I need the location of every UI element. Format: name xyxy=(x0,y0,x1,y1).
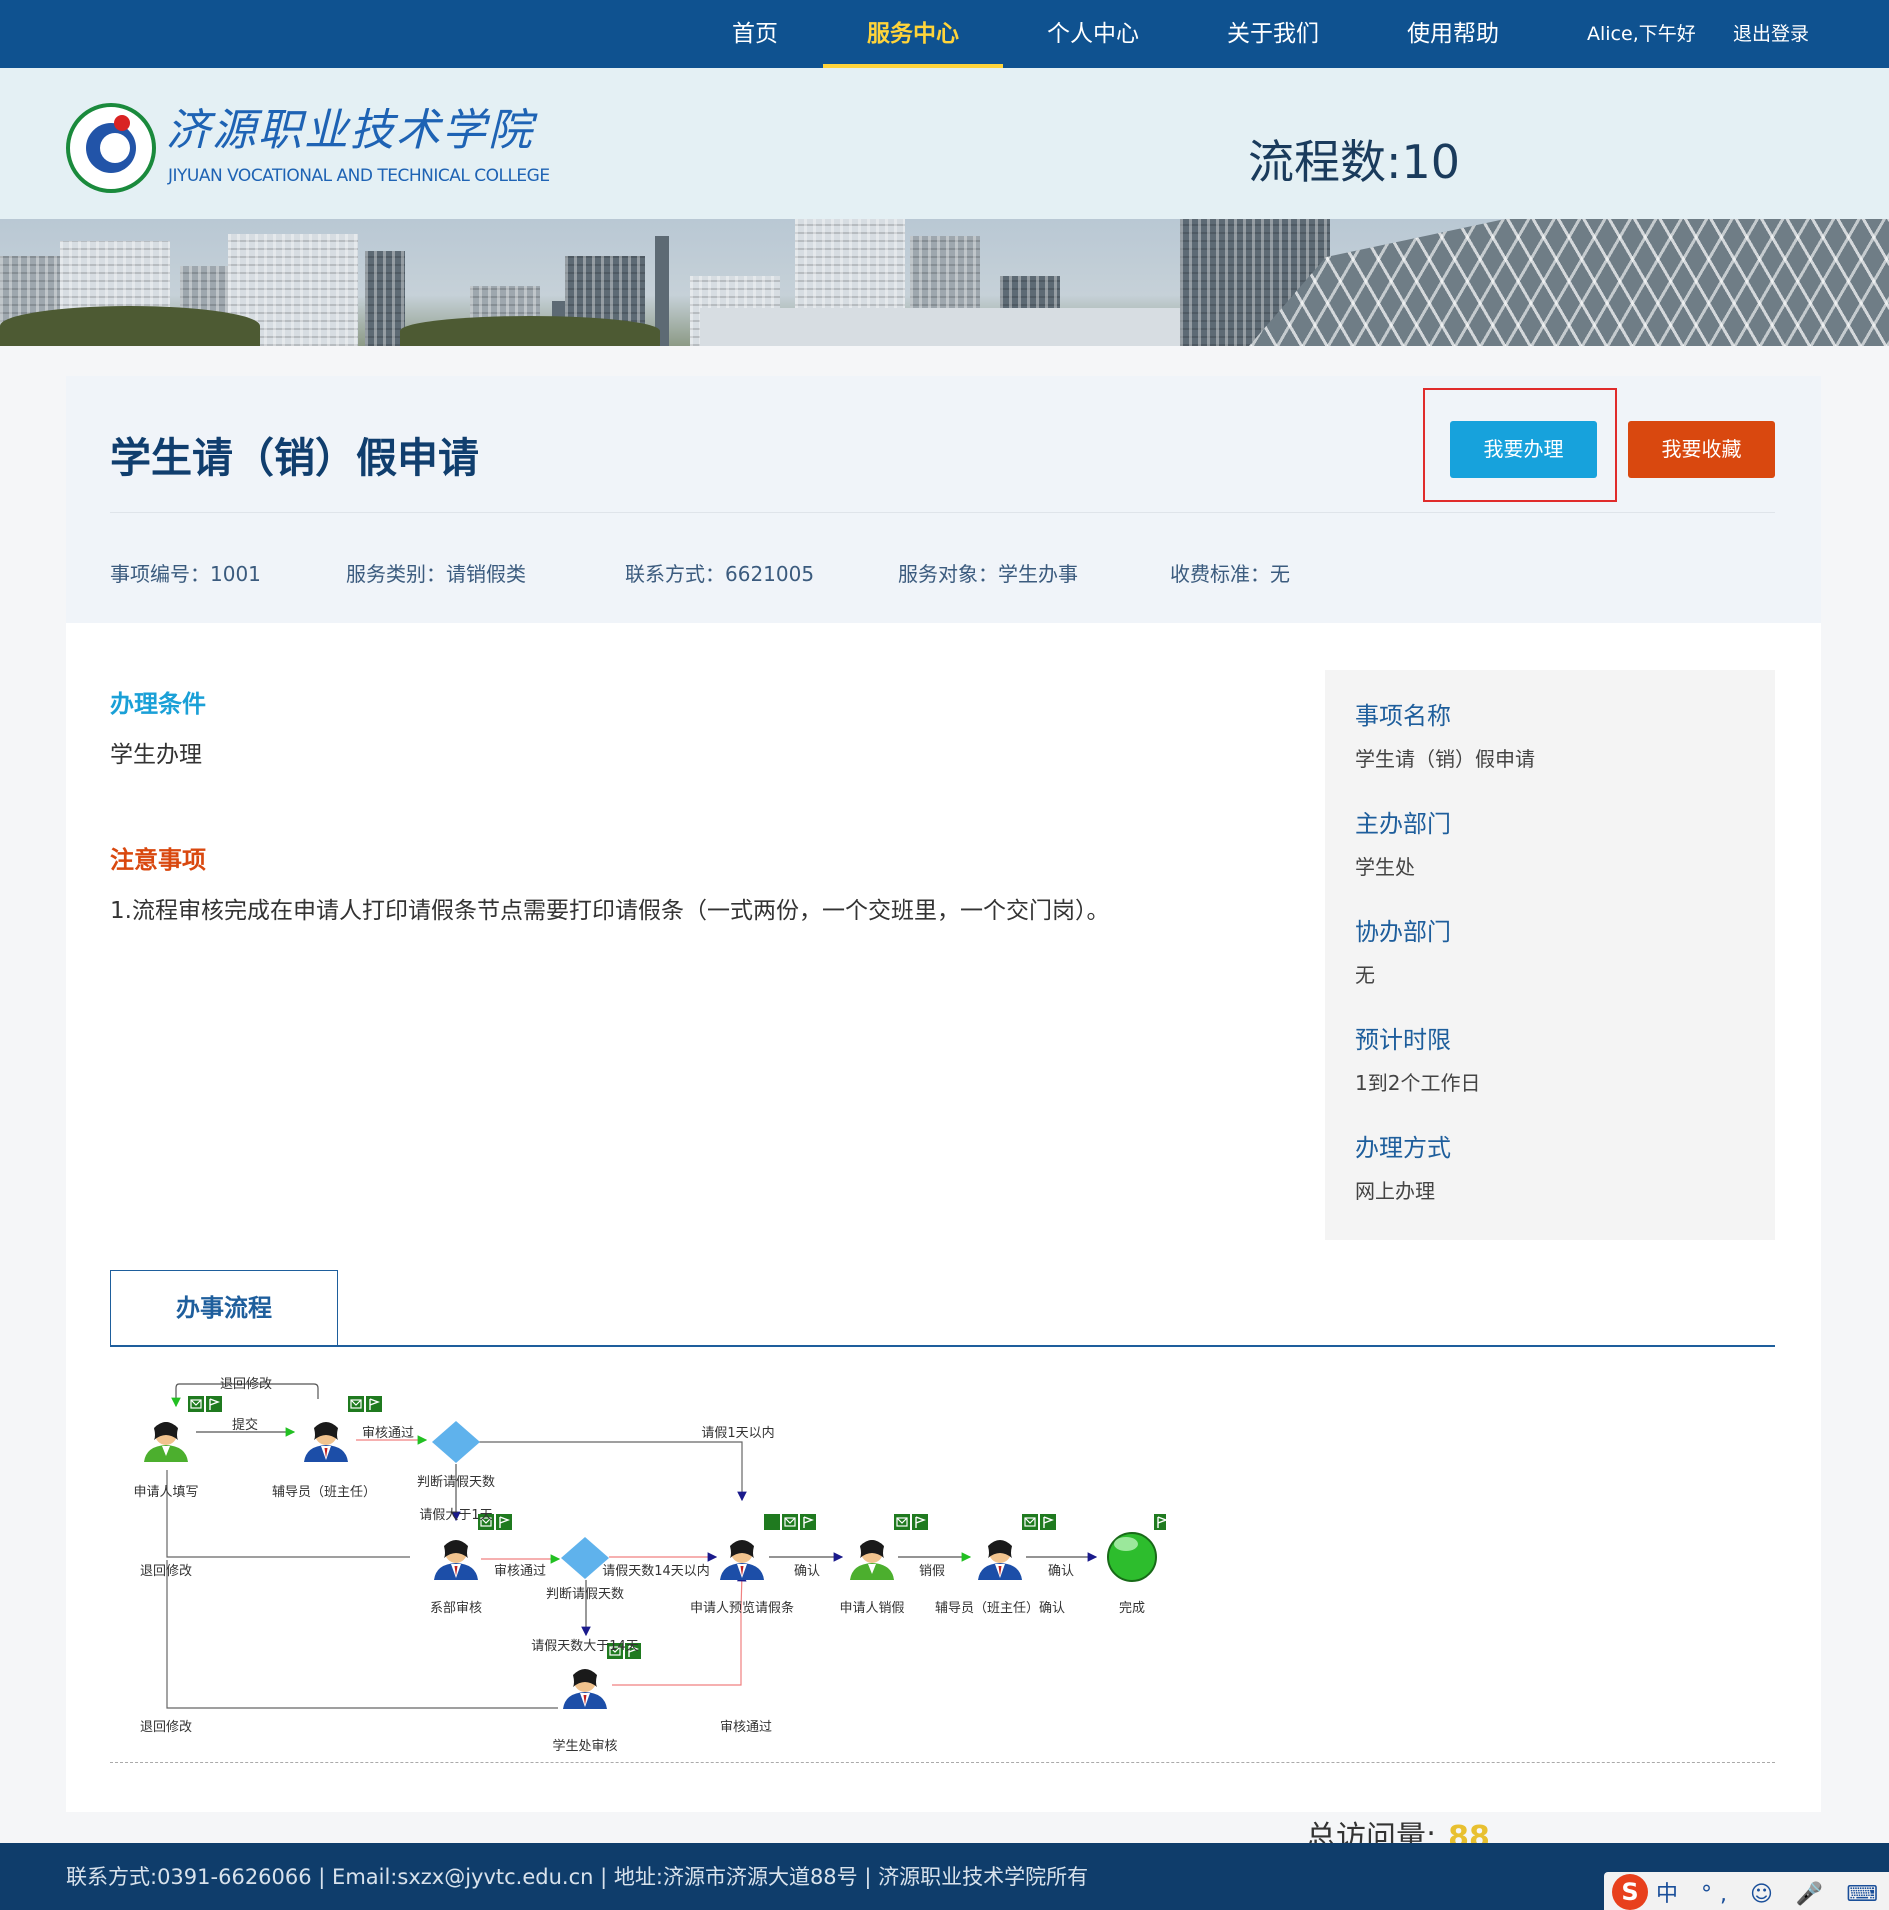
campus-banner-image xyxy=(0,219,1889,346)
edge-submit: 提交 xyxy=(232,1417,258,1433)
side-value-time-limit: 1到2个工作日 xyxy=(1355,1071,1481,1095)
nav-personal-center[interactable]: 个人中心 xyxy=(1003,0,1183,68)
side-value-main-dept: 学生处 xyxy=(1355,855,1415,879)
logo-chinese-name: 济源职业技术学院 xyxy=(166,105,534,156)
node-office-review-icon xyxy=(563,1669,607,1709)
edge-leave-within-1: 请假1天以内 xyxy=(701,1425,774,1441)
divider xyxy=(110,512,1775,513)
edge-return-edit-mid: 退回修改 xyxy=(140,1564,192,1579)
label-applicant-fill: 申请人填写 xyxy=(133,1485,198,1500)
side-label-handle-method: 办理方式 xyxy=(1355,1134,1451,1162)
edge-leave-over-1: 请假大于1天 xyxy=(419,1508,492,1523)
info-side-panel: 事项名称 学生请（销）假申请 主办部门 学生处 协办部门 无 预计时限 1到2个… xyxy=(1325,670,1775,1240)
node-dept-review-icon xyxy=(434,1540,478,1580)
ime-options[interactable]: 中 °, ☺ 🎤 ⌨ 👕 xyxy=(1656,1876,1889,1908)
meta-service-target: 服务对象：学生办事 xyxy=(898,562,1078,586)
footer-contact: 联系方式:0391-6626066 | Email:sxzx@jyvtc.edu… xyxy=(66,1865,1089,1889)
side-label-main-dept: 主办部门 xyxy=(1355,810,1451,838)
edge-return-edit-bottom: 退回修改 xyxy=(140,1720,192,1735)
edge-confirm-2: 确认 xyxy=(1048,1564,1074,1579)
edge-approved-1: 审核通过 xyxy=(362,1426,414,1441)
edge-confirm-1: 确认 xyxy=(794,1564,820,1579)
edge-over-14: 请假天数大于14天 xyxy=(531,1639,639,1654)
label-cancel-leave: 申请人销假 xyxy=(839,1601,904,1616)
label-counselor: 辅导员（班主任） xyxy=(272,1485,376,1500)
meta-fee-standard: 收费标准：无 xyxy=(1170,562,1290,586)
meta-service-category: 服务类别：请销假类 xyxy=(346,562,526,586)
nav-service-center[interactable]: 服务中心 xyxy=(823,0,1003,68)
side-label-time-limit: 预计时限 xyxy=(1355,1026,1451,1054)
nav-home[interactable]: 首页 xyxy=(665,0,845,68)
edge-approved-2: 审核通过 xyxy=(494,1564,546,1579)
side-value-item-name: 学生请（销）假申请 xyxy=(1355,747,1535,771)
notes-title: 注意事项 xyxy=(110,846,206,874)
side-value-assist-dept: 无 xyxy=(1355,963,1375,987)
node-applicant-icon xyxy=(144,1422,188,1462)
side-label-assist-dept: 协办部门 xyxy=(1355,918,1451,946)
meta-item-number: 事项编号：1001 xyxy=(110,562,261,586)
ime-toolbar[interactable]: S 中 °, ☺ 🎤 ⌨ 👕 xyxy=(1604,1872,1889,1910)
label-judge-days-2: 判断请假天数 xyxy=(546,1587,624,1602)
tab-process-flow[interactable]: 办事流程 xyxy=(110,1270,338,1346)
node-preview-icon xyxy=(720,1540,764,1580)
side-label-item-name: 事项名称 xyxy=(1355,702,1451,730)
flow-count: 流程数:10 xyxy=(1248,135,1461,189)
label-office-review: 学生处审核 xyxy=(552,1738,617,1754)
apply-button[interactable]: 我要办理 xyxy=(1450,421,1597,478)
label-preview-print: 申请人预览请假条 xyxy=(690,1600,794,1616)
node-counselor-icon xyxy=(304,1422,348,1462)
label-judge-days-1: 判断请假天数 xyxy=(417,1475,495,1490)
page-title: 学生请（销）假申请 xyxy=(110,434,479,482)
edge-approved-3: 审核通过 xyxy=(720,1720,772,1735)
tab-underline xyxy=(110,1345,1775,1347)
node-cancel-icon xyxy=(850,1540,894,1580)
user-greeting[interactable]: Alice,下午好 xyxy=(1587,0,1696,68)
conditions-title: 办理条件 xyxy=(110,690,206,718)
side-value-handle-method: 网上办理 xyxy=(1355,1179,1435,1203)
meta-contact: 联系方式：6621005 xyxy=(625,562,815,586)
college-logo-icon xyxy=(66,103,156,193)
edge-within-14: 请假天数14天以内 xyxy=(602,1563,710,1579)
label-done: 完成 xyxy=(1119,1601,1145,1616)
label-counselor-confirm: 辅导员（班主任）确认 xyxy=(935,1601,1065,1616)
logout-link[interactable]: 退出登录 xyxy=(1733,0,1809,68)
logo-english-name: JIYUAN VOCATIONAL AND TECHNICAL COLLEGE xyxy=(168,166,550,186)
conditions-text: 学生办理 xyxy=(110,742,202,768)
top-nav: 首页 服务中心 个人中心 关于我们 使用帮助 Alice,下午好 退出登录 xyxy=(0,0,1889,68)
favorite-button[interactable]: 我要收藏 xyxy=(1628,421,1775,478)
edge-return-edit-top: 退回修改 xyxy=(220,1377,272,1392)
edge-cancel: 销假 xyxy=(919,1564,945,1579)
label-dept-review: 系部审核 xyxy=(430,1601,482,1616)
site-header: 济源职业技术学院 JIYUAN VOCATIONAL AND TECHNICAL… xyxy=(0,68,1889,219)
node-counselor-confirm-icon xyxy=(978,1540,1022,1580)
node-judge1-icon xyxy=(432,1421,480,1463)
process-flow-diagram: 申请人填写 辅导员（班主任） 判断请假天数 系部审核 判断请假天数 申请人预览请… xyxy=(66,1360,1170,1780)
notes-text: 1.流程审核完成在申请人打印请假条节点需要打印请假条（一式两份，一个交班里，一个… xyxy=(110,898,1110,924)
card-header: 学生请（销）假申请 我要办理 我要收藏 事项编号：1001 服务类别：请销假类 … xyxy=(66,376,1821,623)
sogou-ime-icon[interactable]: S xyxy=(1612,1874,1648,1910)
nav-help[interactable]: 使用帮助 xyxy=(1363,0,1543,68)
nav-about-us[interactable]: 关于我们 xyxy=(1183,0,1363,68)
